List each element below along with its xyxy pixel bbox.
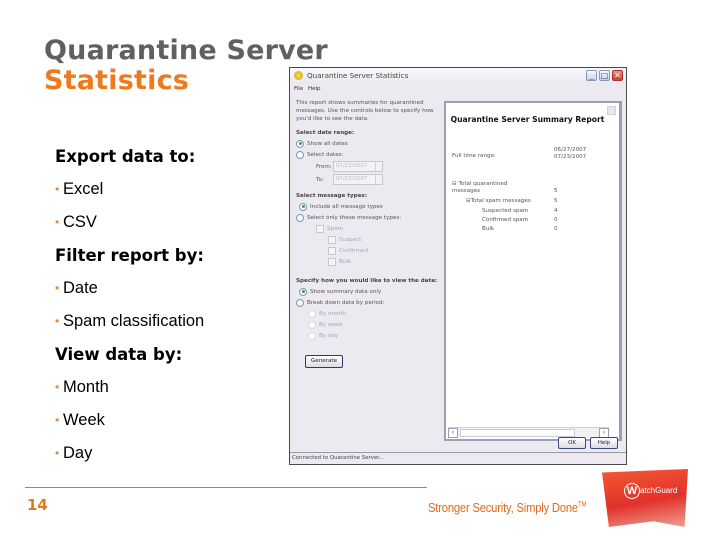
horizontal-scrollbar[interactable]: ‹ ›	[448, 427, 609, 438]
radio-select-types[interactable]: Select only these message types:	[296, 212, 446, 223]
minimize-button[interactable]: _	[586, 70, 597, 81]
radio-icon[interactable]	[308, 331, 316, 340]
bullet-item: • Date	[55, 272, 285, 305]
radio-icon[interactable]	[296, 213, 304, 222]
bullet-icon: •	[55, 446, 60, 460]
checkbox-confirmed[interactable]: Confirmed	[328, 245, 446, 256]
section-heading-export: Export data to:	[55, 147, 196, 166]
bullet-item: • Day	[55, 437, 285, 470]
window-title: Quarantine Server Statistics	[307, 71, 409, 80]
checkbox-spam[interactable]: Spam	[316, 223, 446, 234]
window-titlebar[interactable]: Quarantine Server Statistics _ □ ✕	[290, 68, 626, 84]
radio-selected-icon[interactable]	[296, 139, 304, 148]
report-row: ⊟Total spam messages	[466, 198, 531, 204]
bullet-item: • Excel	[55, 173, 285, 206]
bullet-item: • Spam classification	[55, 305, 285, 338]
menu-file[interactable]: File	[294, 86, 303, 92]
report-panel: Quarantine Server Summary Report Full ti…	[444, 101, 622, 441]
to-date-input[interactable]: 07/23/2007	[333, 174, 383, 185]
help-button[interactable]: Help	[590, 437, 618, 449]
radio-icon[interactable]	[296, 150, 304, 159]
menu-bar: File Help	[290, 84, 626, 96]
ok-button[interactable]: OK	[558, 437, 586, 449]
view-by-label: Specify how you would like to view the d…	[296, 278, 438, 284]
checkbox-icon[interactable]	[316, 224, 324, 233]
intro-text: This report shows summaries for quaranti…	[296, 100, 434, 122]
radio-show-all-dates[interactable]: Show all dates	[296, 138, 446, 149]
logo-text: atchGuard	[640, 486, 678, 495]
report-row: Confirmed spam	[482, 217, 529, 223]
report-row-value: 0	[554, 226, 558, 232]
checkbox-icon[interactable]	[328, 235, 336, 244]
radio-icon[interactable]	[296, 298, 304, 307]
slide-title-line2: Statistics	[44, 65, 190, 96]
bullet-icon: •	[55, 314, 60, 328]
watchguard-logo: W atchGuard	[602, 469, 688, 527]
report-row-value: 5	[554, 188, 558, 194]
bullet-icon: •	[55, 380, 60, 394]
bullet-icon: •	[55, 413, 60, 427]
report-row: Suspected spam	[482, 208, 529, 214]
report-row: Bulk	[482, 226, 495, 232]
page-number: 14	[27, 496, 48, 514]
message-types-label: Select message types:	[296, 193, 367, 199]
section-heading-filter: Filter report by:	[55, 246, 204, 265]
menu-help[interactable]: Help	[308, 86, 321, 92]
spinner-icon[interactable]	[375, 162, 382, 171]
maximize-button[interactable]: □	[599, 70, 610, 81]
checkbox-suspect[interactable]: Suspect	[328, 234, 446, 245]
radio-selected-icon[interactable]	[299, 202, 307, 211]
scrollbar-thumb[interactable]	[460, 429, 575, 437]
radio-include-all-types[interactable]: Include all message types	[299, 201, 446, 212]
radio-by-month[interactable]: By month	[308, 308, 446, 319]
app-icon	[294, 71, 303, 80]
report-row-value: 0	[554, 217, 558, 223]
status-bar: Connected to Quarantine Server...	[290, 452, 626, 464]
bullet-icon: •	[55, 182, 60, 196]
tagline: Stronger Security, Simply DoneTM	[428, 500, 587, 515]
bullet-item: • Week	[55, 404, 285, 437]
report-row: ⊟ Total quarantined messages	[452, 181, 508, 194]
radio-by-week[interactable]: By week	[308, 319, 446, 330]
report-row-value: 4	[554, 208, 558, 214]
footer-divider	[25, 487, 427, 488]
bullet-icon: •	[55, 215, 60, 229]
options-pane: This report shows summaries for quaranti…	[296, 99, 446, 368]
status-text: Connected to Quarantine Server...	[292, 455, 385, 461]
report-date-end: 07/23/2007	[554, 154, 587, 160]
spinner-icon[interactable]	[375, 175, 382, 184]
bullet-item: • CSV	[55, 206, 285, 239]
section-heading-view: View data by:	[55, 345, 183, 364]
scroll-up-arrow-icon[interactable]	[607, 106, 616, 115]
report-date-start: 06/27/2007	[554, 147, 587, 153]
checkbox-icon[interactable]	[328, 246, 336, 255]
slide-title-line1: Quarantine Server	[44, 35, 328, 66]
report-title: Quarantine Server Summary Report	[450, 115, 605, 124]
checkbox-bulk[interactable]: Bulk	[328, 256, 446, 267]
radio-select-dates[interactable]: Select dates:	[296, 149, 446, 160]
report-date-range-label: Full time range:	[452, 153, 496, 159]
bullet-item: • Month	[55, 371, 285, 404]
radio-icon[interactable]	[308, 309, 316, 318]
date-range-label: Select date range:	[296, 130, 355, 136]
from-date-input[interactable]: 07/23/2007	[333, 161, 383, 172]
scroll-left-arrow-icon[interactable]: ‹	[448, 428, 458, 438]
quarantine-stats-window: Quarantine Server Statistics _ □ ✕ File …	[289, 67, 627, 465]
from-date-row: From: 07/23/2007	[316, 160, 446, 173]
logo-w-icon: W	[624, 483, 640, 499]
generate-button[interactable]: Generate	[305, 355, 343, 368]
radio-selected-icon[interactable]	[299, 287, 307, 296]
radio-icon[interactable]	[308, 320, 316, 329]
radio-summary-only[interactable]: Show summary data only	[299, 286, 446, 297]
bullet-icon: •	[55, 281, 60, 295]
close-button[interactable]: ✕	[612, 70, 623, 81]
checkbox-icon[interactable]	[328, 257, 336, 266]
radio-break-down[interactable]: Break down data by period:	[296, 297, 446, 308]
radio-by-day[interactable]: By day	[308, 330, 446, 341]
report-row-value: 5	[554, 198, 558, 204]
to-date-row: To: 07/23/2007	[316, 173, 446, 186]
slide-content: Export data to: • Excel • CSV Filter repor…	[55, 140, 285, 470]
